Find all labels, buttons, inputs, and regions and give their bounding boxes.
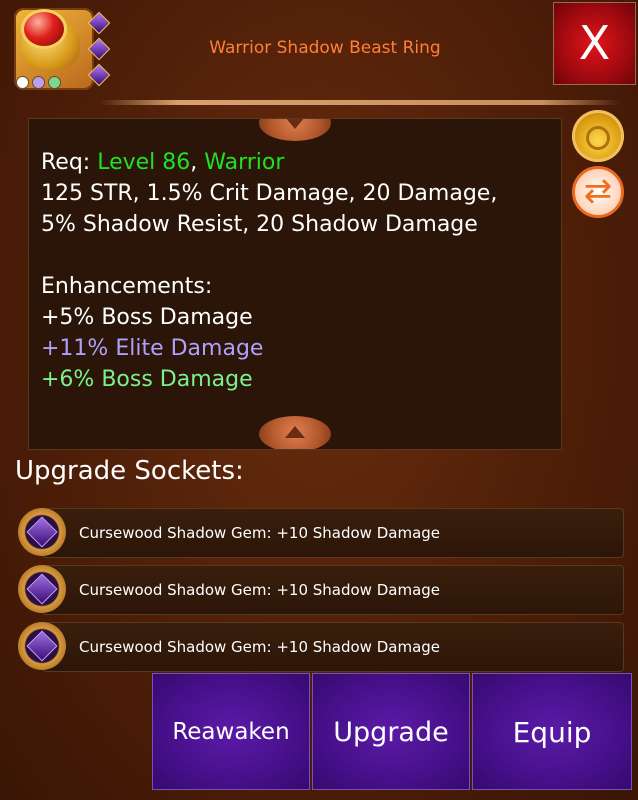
swap-icon[interactable]: ⇄ — [572, 166, 624, 218]
upgrade-button[interactable]: Upgrade — [312, 673, 470, 790]
socket-label: Cursewood Shadow Gem: +10 Shadow Damage — [79, 524, 441, 542]
close-button[interactable]: X — [553, 2, 636, 85]
req-class: Warrior — [204, 150, 285, 175]
enhancements-heading: Enhancements: — [41, 274, 213, 299]
reawaken-button[interactable]: Reawaken — [152, 673, 310, 790]
enhancement-line: +5% Boss Damage — [41, 305, 253, 330]
shadow-gem-icon — [18, 622, 66, 670]
scroll-down-icon[interactable] — [259, 119, 331, 141]
shadow-gem-icon — [18, 565, 66, 613]
item-header: Warrior Shadow Beast Ring X — [0, 0, 638, 100]
enhancement-line: +6% Boss Damage — [41, 367, 253, 392]
requirement-line: Req: Level 86, Warrior — [41, 147, 556, 178]
socket-row[interactable]: Cursewood Shadow Gem: +10 Shadow Damage — [18, 506, 624, 558]
req-level: Level 86 — [97, 150, 191, 175]
item-title: Warrior Shadow Beast Ring — [209, 38, 441, 58]
upgrade-sockets-heading: Upgrade Sockets: — [15, 456, 244, 486]
equip-button[interactable]: Equip — [472, 673, 632, 790]
enhancement-line: +11% Elite Damage — [41, 336, 264, 361]
stats-line: 5% Shadow Resist, 20 Shadow Damage — [41, 212, 478, 237]
rarity-dot-lavender — [32, 76, 45, 89]
rarity-dots — [16, 76, 61, 89]
header-divider — [100, 100, 620, 105]
ruby-jewel — [24, 12, 64, 46]
socket-gem-icon — [87, 63, 111, 87]
rarity-dot-green — [48, 76, 61, 89]
socket-gem-icon — [87, 11, 111, 35]
socket-row[interactable]: Cursewood Shadow Gem: +10 Shadow Damage — [18, 563, 624, 615]
scroll-up-icon[interactable] — [259, 416, 331, 449]
req-prefix: Req: — [41, 150, 98, 175]
req-separator: , — [190, 150, 205, 175]
socket-row[interactable]: Cursewood Shadow Gem: +10 Shadow Damage — [18, 620, 624, 672]
socket-label: Cursewood Shadow Gem: +10 Shadow Damage — [79, 581, 441, 599]
description-text: Req: Level 86, Warrior 125 STR, 1.5% Cri… — [41, 147, 556, 395]
shadow-gem-icon — [18, 508, 66, 556]
socket-label: Cursewood Shadow Gem: +10 Shadow Damage — [79, 638, 441, 656]
item-description-panel[interactable]: Req: Level 86, Warrior 125 STR, 1.5% Cri… — [28, 118, 562, 450]
rarity-dot-white — [16, 76, 29, 89]
stats-line: 125 STR, 1.5% Crit Damage, 20 Damage, — [41, 181, 498, 206]
coin-bag-icon[interactable] — [572, 110, 624, 162]
socket-gem-icon — [87, 37, 111, 61]
